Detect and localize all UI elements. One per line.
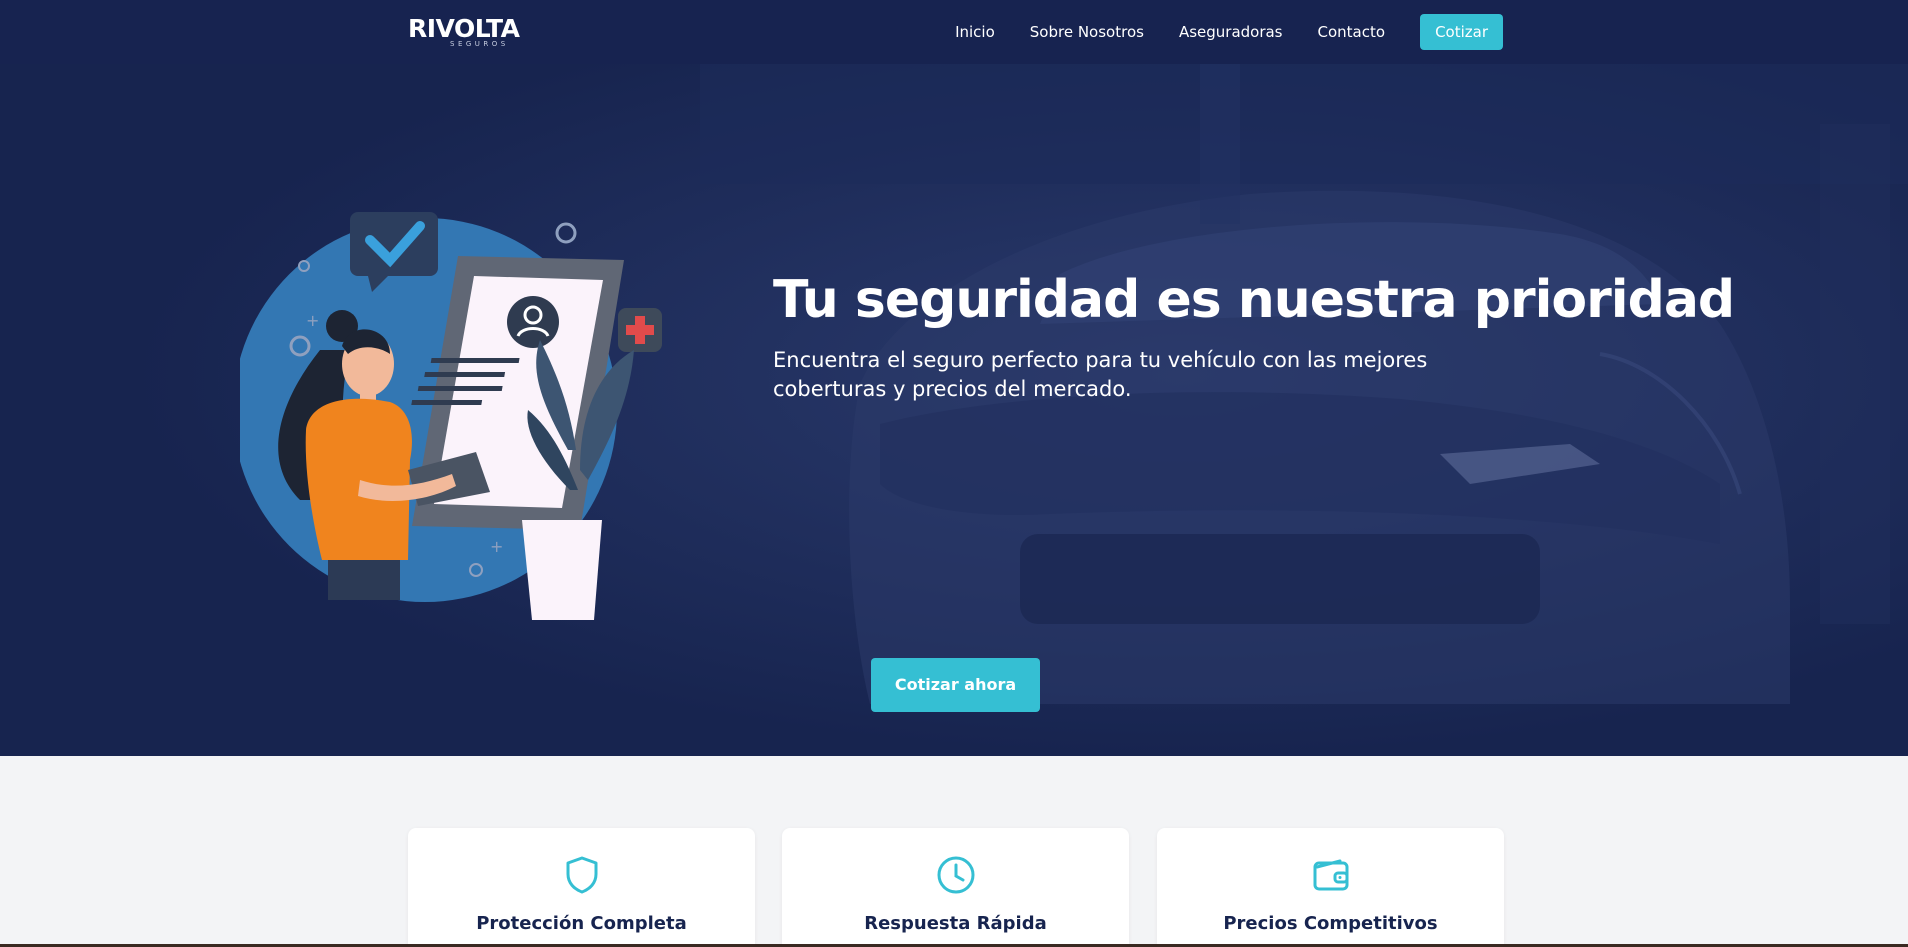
feature-card-proteccion: Protección Completa (408, 828, 755, 947)
nav-link-sobre-nosotros[interactable]: Sobre Nosotros (1030, 14, 1144, 50)
svg-text:+: + (306, 311, 319, 330)
main-nav: Inicio Sobre Nosotros Aseguradoras Conta… (920, 14, 1503, 50)
wallet-icon (1313, 859, 1348, 891)
hero-subtitle: Encuentra el seguro perfecto para tu veh… (773, 348, 1428, 401)
clock-icon (937, 856, 974, 894)
features-section: Protección Completa Respuesta Rápida Pre… (0, 756, 1908, 947)
shield-icon (566, 856, 597, 894)
insurance-illustration: + + (240, 212, 662, 620)
feature-title: Precios Competitivos (1223, 913, 1438, 934)
hero-section: + + Tu seguridad es nuestra prioridad En… (0, 64, 1908, 756)
feature-title: Respuesta Rápida (864, 913, 1047, 934)
brand-tagline: SEGUROS (450, 40, 509, 48)
nav-link-contacto[interactable]: Contacto (1318, 14, 1386, 50)
feature-card-precios: Precios Competitivos (1157, 828, 1504, 947)
feature-title: Protección Completa (476, 913, 687, 934)
hero-title: Tu seguridad es nuestra prioridad (773, 270, 1735, 330)
cotizar-ahora-button[interactable]: Cotizar ahora (871, 658, 1040, 712)
feature-card-respuesta: Respuesta Rápida (782, 828, 1129, 947)
nav-link-inicio[interactable]: Inicio (955, 14, 995, 50)
navbar: RIVOLTA SEGUROS Inicio Sobre Nosotros As… (0, 0, 1908, 64)
brand-logo[interactable]: RIVOLTA SEGUROS (408, 14, 526, 50)
nav-link-aseguradoras[interactable]: Aseguradoras (1179, 14, 1283, 50)
nav-cotizar-button[interactable]: Cotizar (1420, 14, 1503, 50)
svg-text:+: + (490, 537, 503, 556)
